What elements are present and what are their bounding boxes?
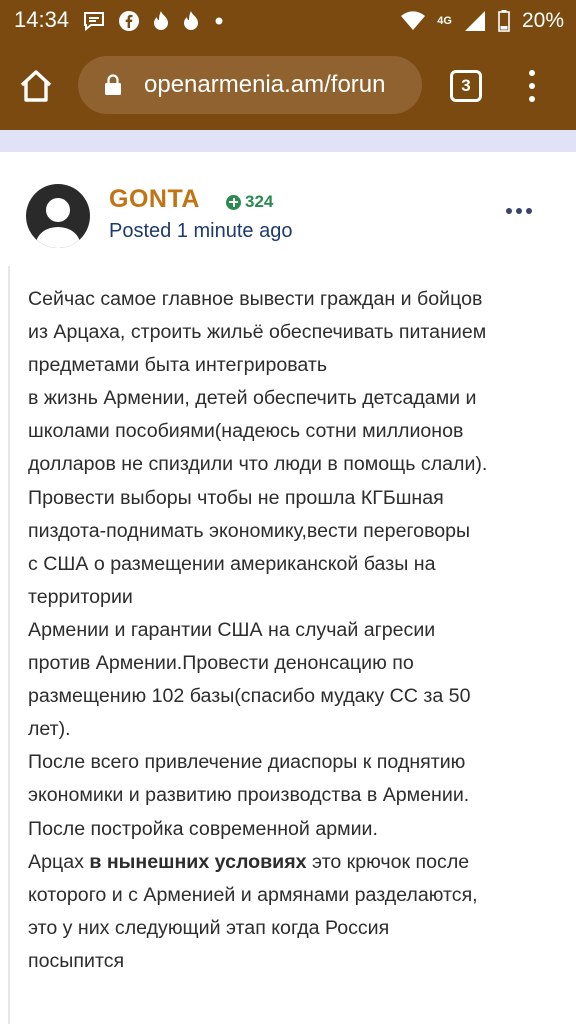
signal-icon: [464, 11, 485, 31]
post-line: лет).: [28, 718, 71, 741]
post-line: предметами быта интегрировать: [28, 354, 328, 377]
posted-label: Posted: [109, 220, 172, 242]
status-bar: 14:34 4G 20%: [0, 0, 576, 42]
menu-dot-icon: [529, 96, 535, 102]
more-dot-icon: [506, 208, 512, 214]
post-line: Армении и гарантии США на случай агресии: [28, 618, 436, 641]
post-line: территории: [28, 585, 133, 608]
post-line: долларов не спиздили что люди в помощь с…: [28, 453, 488, 476]
overflow-menu-button[interactable]: [518, 66, 546, 106]
bold-line-suffix: это крючок после: [306, 850, 470, 873]
posted-time[interactable]: 1 minute ago: [177, 220, 293, 242]
post-options-button[interactable]: [506, 208, 532, 214]
post-line: размещению 102 базы(спасибо мудаку СС за…: [28, 685, 471, 708]
more-dot-icon: [516, 208, 522, 214]
forum-post: GONTA 324 Posted 1 minute ago Сейчас сам…: [0, 152, 576, 1024]
post-line: Провести выборы чтобы не прошла КГБшная: [28, 486, 444, 509]
post-content: Сейчас самое главное вывести граждан и б…: [28, 283, 558, 978]
browser-toolbar: openarmenia.am/forun 3: [0, 42, 576, 130]
url-text: openarmenia.am/forun: [144, 71, 386, 98]
post-line: экономики и развитию производства в Арме…: [28, 784, 470, 807]
post-line: в жизнь Армении, детей обеспечить детсад…: [28, 387, 477, 410]
notification-icons: [82, 8, 226, 34]
post-timestamp: Posted 1 minute ago: [109, 220, 292, 243]
post-line: После всего привлечение диаспоры к подня…: [28, 751, 466, 774]
content-border: [8, 266, 10, 1024]
default-avatar-icon: [36, 198, 80, 248]
dot-icon: [215, 17, 223, 25]
bold-line-prefix: Арцах: [28, 850, 90, 873]
author-name[interactable]: GONTA: [109, 185, 200, 214]
menu-dot-icon: [529, 70, 535, 76]
post-line: против Армении.Провести денонсацию по: [28, 652, 414, 675]
post-line: посыпится: [28, 949, 125, 972]
post-line: это у них следующий этап когда Россия: [28, 916, 390, 939]
bold-phrase: в нынешних условиях: [89, 850, 307, 873]
reputation-badge: 324: [226, 192, 273, 212]
tinder-icon: [154, 11, 168, 30]
post-line: После постройка современной армии.: [28, 817, 378, 840]
wifi-icon: [401, 11, 426, 30]
avatar[interactable]: [26, 184, 90, 248]
system-icons: 4G 20%: [401, 8, 564, 34]
post-line: Сейчас самое главное вывести граждан и б…: [28, 288, 483, 310]
home-button[interactable]: [14, 64, 58, 108]
facebook-icon: [119, 11, 139, 31]
reputation-count: 324: [245, 192, 274, 211]
network-4g-icon: 4G: [437, 14, 452, 27]
battery-icon: [498, 10, 510, 32]
battery-percent: 20%: [521, 9, 564, 32]
plus-circle-icon: [226, 194, 241, 210]
page-divider-strip: [0, 130, 576, 152]
more-dot-icon: [526, 208, 532, 214]
message-icon: [84, 12, 104, 32]
tab-switcher-button[interactable]: 3: [450, 70, 482, 102]
lock-icon: [105, 74, 121, 95]
post-line: из Арцаха, строить жильё обеспечивать пи…: [28, 321, 487, 344]
tinder-icon-2: [184, 11, 198, 30]
post-line: с США о размещении американской базы на: [28, 552, 436, 575]
post-line: пиздота-поднимать экономику,вести перего…: [28, 519, 471, 542]
menu-dot-icon: [529, 83, 535, 89]
post-line-bold: Арцах в нынешних условиях это крючок пос…: [28, 846, 558, 879]
post-line: школами пособиями(надеюсь сотни миллионо…: [28, 420, 464, 443]
address-bar[interactable]: openarmenia.am/forun: [78, 56, 422, 114]
post-line: которого и с Арменией и армянами раздела…: [28, 883, 478, 906]
home-icon: [20, 70, 52, 102]
status-time: 14:34: [14, 7, 70, 32]
